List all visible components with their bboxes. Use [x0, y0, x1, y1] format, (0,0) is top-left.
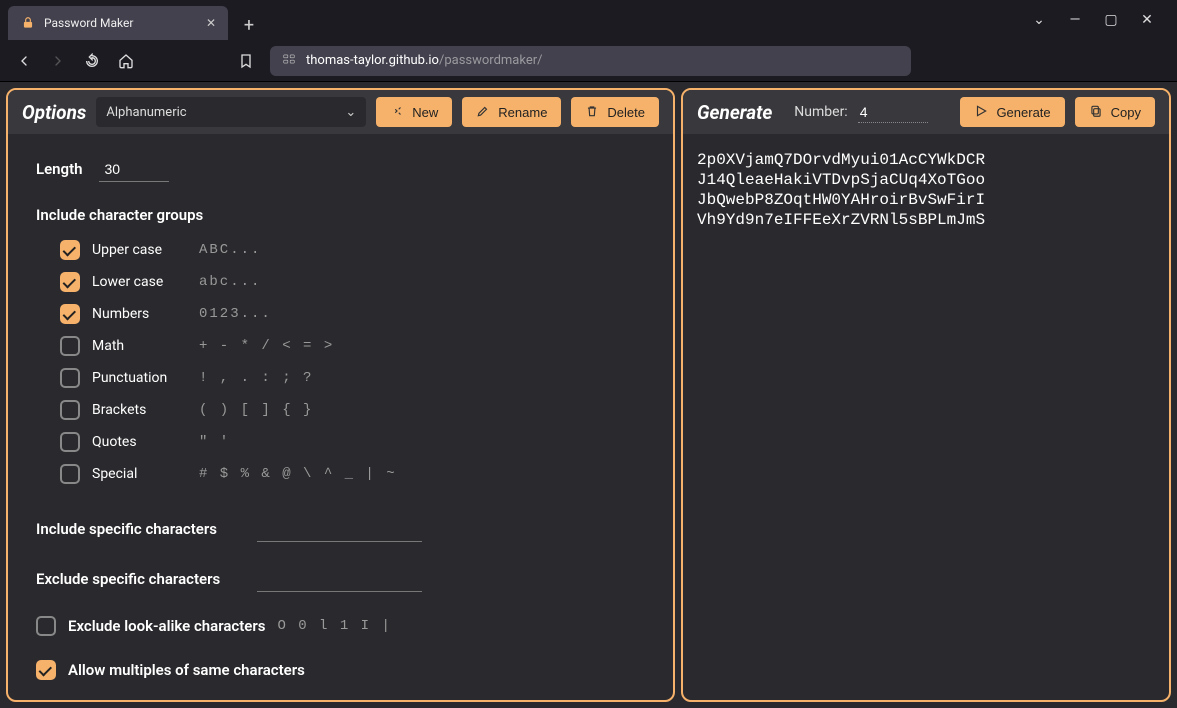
delete-button[interactable]: Delete — [571, 97, 659, 127]
preset-value: Alphanumeric — [106, 105, 186, 120]
charset-checkbox[interactable] — [60, 272, 80, 292]
url-host: thomas-taylor.github.io — [306, 53, 439, 68]
charset-row: Upper case ABC... — [36, 240, 645, 260]
close-tab-icon[interactable]: ✕ — [206, 16, 216, 30]
charset-label: Brackets — [92, 402, 187, 418]
back-button[interactable] — [10, 47, 38, 75]
lookalike-samples: O 0 l 1 I | — [277, 618, 391, 634]
new-button[interactable]: New — [376, 97, 452, 127]
lock-icon — [20, 15, 36, 31]
generate-title: Generate — [697, 101, 772, 124]
length-label: Length — [36, 160, 83, 178]
exclude-specific-label: Exclude specific characters — [36, 570, 241, 588]
charset-samples: ( ) [ ] { } — [199, 402, 313, 418]
number-input[interactable] — [858, 102, 928, 123]
url-path: /passwordmaker/ — [439, 53, 543, 68]
options-panel: Options Alphanumeric ⌄ New Rename — [6, 88, 675, 702]
forward-button[interactable] — [44, 47, 72, 75]
bookmark-icon[interactable] — [232, 47, 260, 75]
charset-samples: 0123... — [199, 306, 272, 322]
charset-row: Punctuation ! , . : ; ? — [36, 368, 645, 388]
exclude-lookalike-checkbox[interactable] — [36, 616, 56, 636]
charset-checkbox[interactable] — [60, 400, 80, 420]
allow-multiples-checkbox[interactable] — [36, 660, 56, 680]
charset-label: Special — [92, 466, 187, 482]
charset-checkbox[interactable] — [60, 368, 80, 388]
chevron-down-icon: ⌄ — [345, 105, 356, 120]
generated-output[interactable]: 2p0XVjamQ7DOrvdMyui01AcCYWkDCR J14QleaeH… — [683, 134, 1169, 246]
tab-title: Password Maker — [44, 16, 133, 30]
trash-icon — [585, 104, 599, 121]
charset-checkbox[interactable] — [60, 432, 80, 452]
new-tab-button[interactable]: + — [234, 10, 264, 40]
charset-row: Lower case abc... — [36, 272, 645, 292]
charset-samples: + - * / < = > — [199, 338, 334, 354]
charset-row: Brackets ( ) [ ] { } — [36, 400, 645, 420]
url-bar[interactable]: thomas-taylor.github.io/passwordmaker/ — [270, 46, 911, 76]
preset-select[interactable]: Alphanumeric ⌄ — [96, 97, 366, 127]
generate-button[interactable]: Generate — [960, 97, 1064, 127]
site-settings-icon[interactable] — [282, 52, 296, 70]
charset-checkbox[interactable] — [60, 240, 80, 260]
charset-label: Upper case — [92, 242, 187, 258]
charset-label: Lower case — [92, 274, 187, 290]
charset-label: Math — [92, 338, 187, 354]
generate-panel: Generate Number: Generate Copy 2p0XVjamQ… — [681, 88, 1171, 702]
maximize-icon[interactable]: ▢ — [1101, 12, 1121, 28]
pencil-icon — [476, 104, 490, 121]
include-specific-input[interactable] — [257, 516, 422, 542]
charset-samples: abc... — [199, 274, 261, 290]
reload-button[interactable] — [78, 47, 106, 75]
charset-samples: ! , . : ; ? — [199, 370, 313, 386]
charset-samples: ABC... — [199, 242, 261, 258]
home-button[interactable] — [112, 47, 140, 75]
number-label: Number: — [794, 104, 847, 120]
charset-row: Quotes " ' — [36, 432, 645, 452]
close-window-icon[interactable]: ✕ — [1137, 12, 1157, 28]
browser-tab[interactable]: Password Maker ✕ — [8, 6, 228, 40]
charset-row: Numbers 0123... — [36, 304, 645, 324]
exclude-lookalike-label: Exclude look-alike characters — [68, 617, 265, 635]
groups-label: Include character groups — [36, 206, 645, 224]
play-icon — [974, 104, 988, 121]
minimize-icon[interactable]: ― — [1065, 12, 1085, 28]
copy-button[interactable]: Copy — [1075, 97, 1155, 127]
length-input[interactable] — [99, 156, 169, 182]
charset-checkbox[interactable] — [60, 304, 80, 324]
charset-checkbox[interactable] — [60, 464, 80, 484]
charset-checkbox[interactable] — [60, 336, 80, 356]
options-title: Options — [22, 101, 86, 124]
charset-samples: # $ % & @ \ ^ _ | ~ — [199, 466, 397, 482]
sparkle-icon — [390, 104, 404, 121]
charset-row: Special # $ % & @ \ ^ _ | ~ — [36, 464, 645, 484]
charset-label: Punctuation — [92, 370, 187, 386]
exclude-specific-input[interactable] — [257, 566, 422, 592]
allow-multiples-label: Allow multiples of same characters — [68, 661, 305, 679]
copy-icon — [1089, 104, 1103, 121]
charset-row: Math + - * / < = > — [36, 336, 645, 356]
rename-button[interactable]: Rename — [462, 97, 561, 127]
charset-label: Quotes — [92, 434, 187, 450]
include-specific-label: Include specific characters — [36, 520, 241, 538]
charset-samples: " ' — [199, 434, 230, 450]
charset-label: Numbers — [92, 306, 187, 322]
chevron-down-icon[interactable]: ⌄ — [1029, 12, 1049, 28]
